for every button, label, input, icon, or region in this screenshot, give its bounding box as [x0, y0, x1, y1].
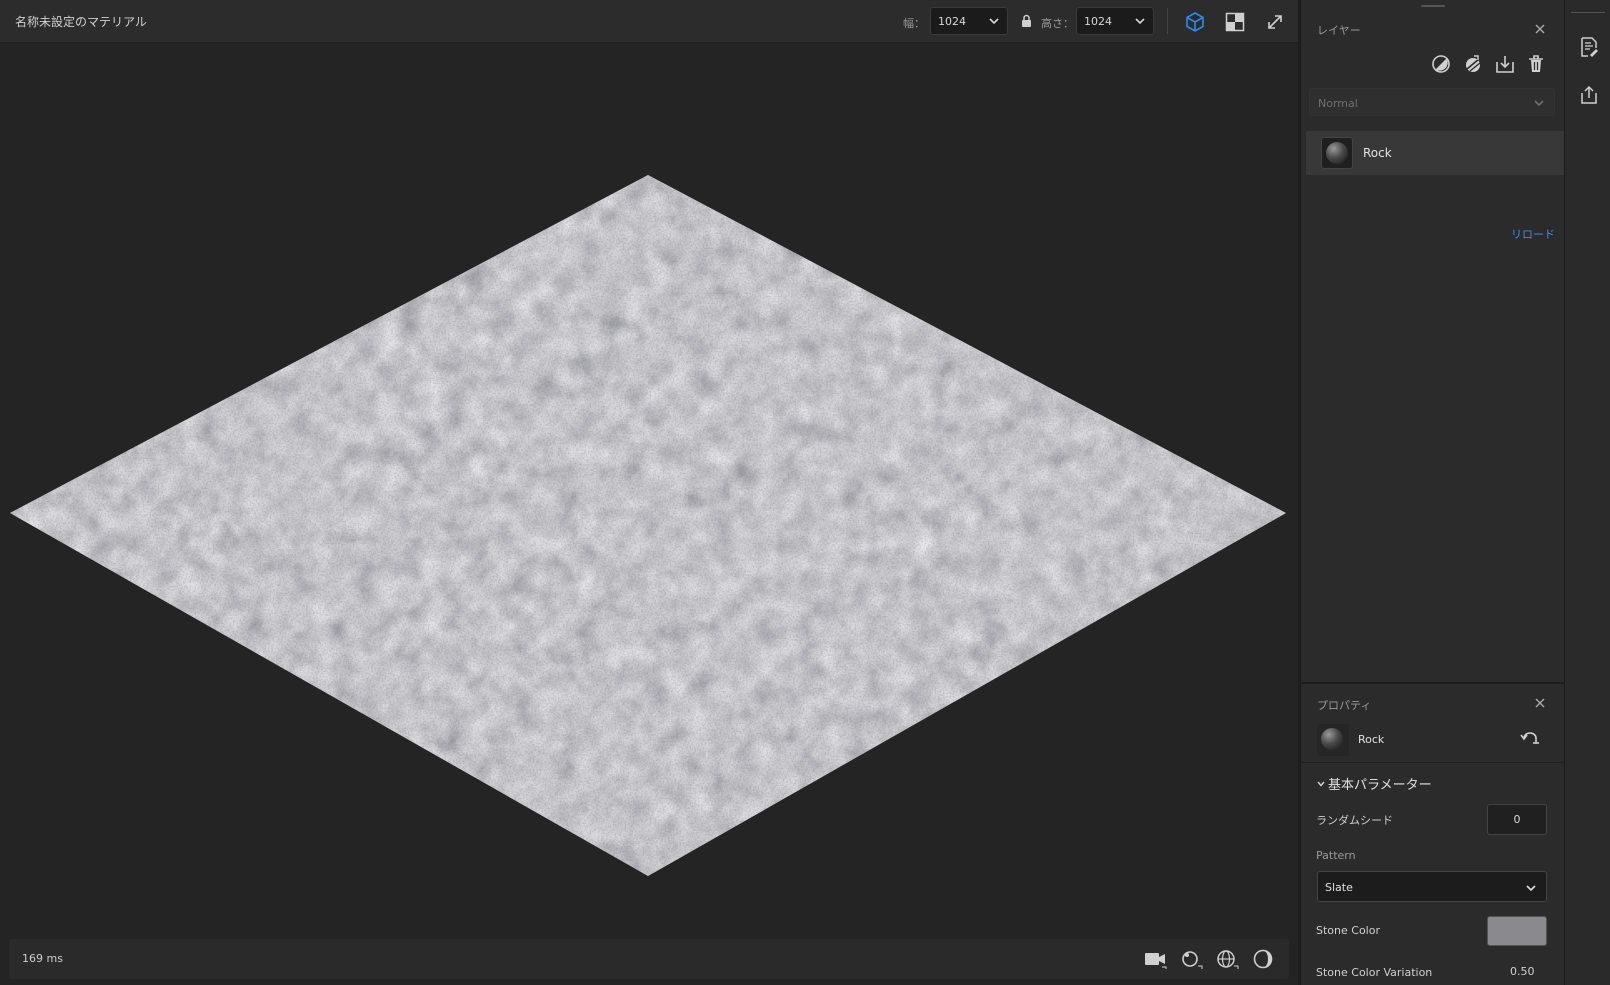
stone-color-variation-label: Stone Color Variation	[1316, 966, 1433, 979]
3d-cube-icon[interactable]	[1184, 11, 1206, 33]
lock-icon[interactable]	[1021, 14, 1032, 27]
panel-grip[interactable]	[1421, 5, 1445, 7]
2d-view-icon[interactable]	[1224, 11, 1246, 33]
light-rotate-icon[interactable]	[1179, 948, 1203, 970]
properties-panel-title: プロパティ	[1317, 699, 1372, 712]
right-panel: レイヤー Normal Rock プロパティ Rock	[1300, 0, 1564, 985]
camera-icon[interactable]	[1143, 948, 1167, 970]
toolbar-divider	[1167, 8, 1168, 34]
chevron-down-icon	[1534, 100, 1544, 107]
chevron-down-icon	[1526, 885, 1536, 892]
width-value: 1024	[938, 15, 966, 28]
material-preview-plane[interactable]	[0, 43, 1298, 985]
export-icon[interactable]	[1578, 84, 1600, 106]
close-icon[interactable]	[1534, 697, 1546, 709]
layer-item-rock[interactable]: Rock	[1306, 131, 1564, 175]
chevron-down-icon[interactable]	[1316, 779, 1326, 789]
mask-icon[interactable]	[1430, 53, 1452, 75]
stone-color-variation-value[interactable]: 0.50	[1510, 965, 1535, 978]
height-label: 高さ：	[1041, 17, 1074, 30]
chevron-down-icon	[1135, 18, 1145, 25]
properties-thumbnail	[1317, 724, 1349, 756]
render-time: 169 ms	[22, 952, 63, 965]
height-select[interactable]: 1024	[1076, 7, 1154, 35]
pattern-value: Slate	[1325, 881, 1353, 894]
blend-mode-value: Normal	[1318, 97, 1358, 110]
document-title: 名称未設定のマテリアル	[15, 15, 147, 29]
viewport-toolbar: 名称未設定のマテリアル 幅： 1024 高さ： 1024	[0, 0, 1298, 43]
blend-mode-select[interactable]: Normal	[1309, 88, 1555, 116]
layer-name: Rock	[1363, 146, 1392, 160]
3d-viewport[interactable]	[0, 43, 1298, 985]
pattern-select[interactable]: Slate	[1317, 871, 1547, 902]
close-icon[interactable]	[1534, 23, 1546, 35]
width-label: 幅：	[903, 17, 925, 30]
reset-icon[interactable]	[1520, 729, 1540, 749]
pattern-label: Pattern	[1316, 849, 1356, 862]
reload-link[interactable]: リロード	[1511, 226, 1555, 242]
trash-icon[interactable]	[1525, 53, 1547, 75]
panel-divider	[1300, 682, 1564, 684]
fill-icon[interactable]	[1462, 53, 1484, 75]
edit-document-icon[interactable]	[1578, 36, 1600, 58]
viewport-status-bar: 169 ms	[9, 939, 1289, 979]
width-select[interactable]: 1024	[930, 7, 1008, 35]
section-divider	[1300, 762, 1564, 763]
properties-layer-name: Rock	[1358, 733, 1385, 746]
layer-thumbnail	[1321, 137, 1353, 169]
environment-icon[interactable]	[1215, 948, 1239, 970]
material-sphere-icon[interactable]	[1251, 948, 1275, 970]
expand-icon[interactable]	[1264, 11, 1286, 33]
chevron-down-icon	[989, 18, 999, 25]
side-toolbar	[1564, 0, 1610, 985]
import-icon[interactable]	[1494, 53, 1516, 75]
random-seed-label: ランダムシード	[1316, 814, 1393, 827]
height-value: 1024	[1084, 15, 1112, 28]
layers-panel-title: レイヤー	[1317, 24, 1361, 37]
section-basic-parameters[interactable]: 基本パラメーター	[1328, 774, 1432, 793]
stone-color-swatch[interactable]	[1487, 916, 1547, 946]
toolbar-divider	[1571, 12, 1605, 13]
random-seed-input[interactable]: 0	[1487, 804, 1547, 835]
stone-color-label: Stone Color	[1316, 924, 1380, 937]
